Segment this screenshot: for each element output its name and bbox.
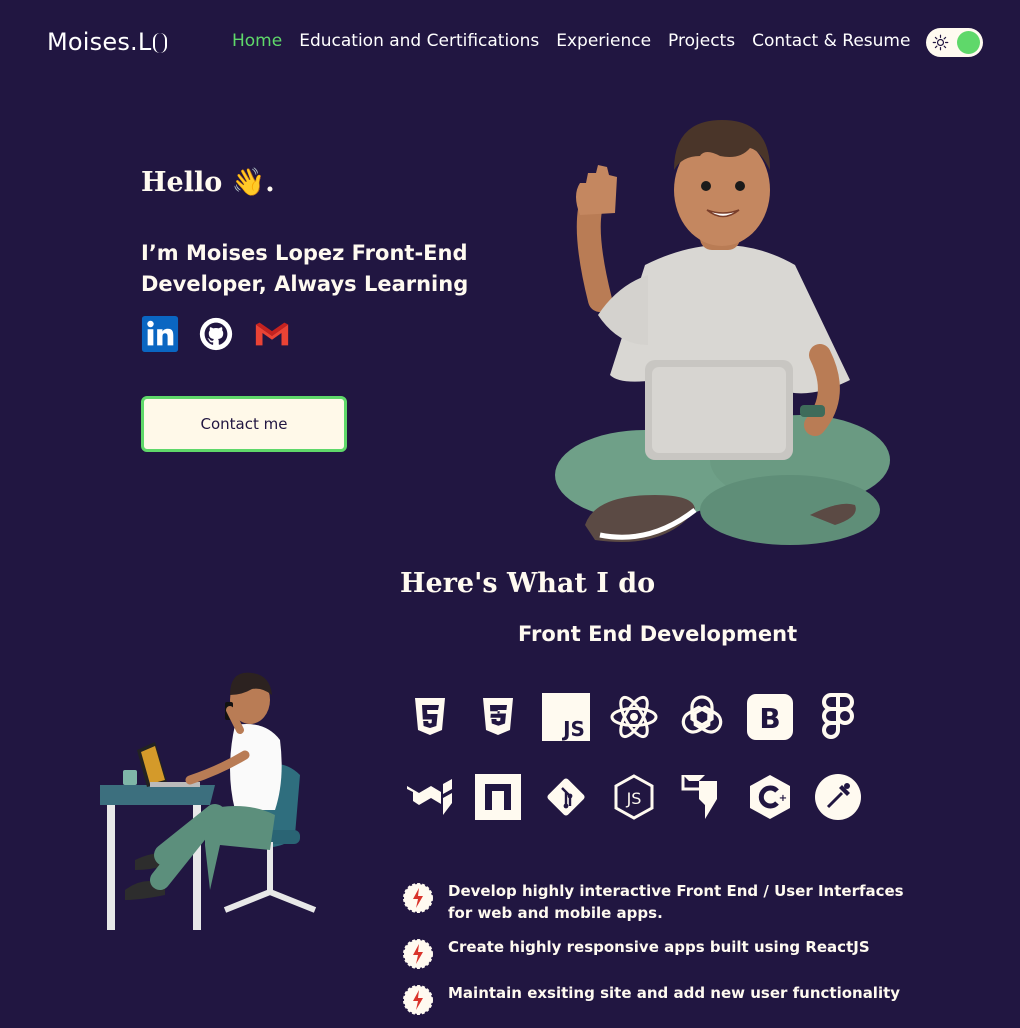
lightning-badge-icon — [403, 985, 433, 1015]
contact-me-button[interactable]: Contact me — [141, 396, 347, 452]
social-links — [141, 315, 291, 353]
services-bullet-list: Develop highly interactive Front End / U… — [402, 880, 922, 1028]
services-title: Here's What I do — [400, 568, 656, 599]
svg-text:JS: JS — [561, 717, 585, 741]
gmail-icon[interactable] — [253, 315, 291, 353]
hero-avatar-illustration — [555, 120, 890, 545]
toggle-knob — [957, 31, 980, 54]
nav-education[interactable]: Education and Certifications — [299, 31, 539, 51]
linkedin-icon[interactable] — [141, 315, 179, 353]
list-item: Maintain exsiting site and add new user … — [402, 982, 922, 1016]
logo-mark — [153, 33, 168, 53]
bullet-text: Develop highly interactive Front End / U… — [448, 882, 904, 922]
framer-icon — [677, 772, 727, 822]
postman-icon — [813, 772, 863, 822]
html5-icon — [405, 692, 455, 742]
nodejs-icon: JS — [609, 772, 659, 822]
sun-icon — [932, 34, 949, 51]
lightning-badge-icon — [403, 883, 433, 913]
nextjs-icon — [473, 772, 523, 822]
bullet-text: Maintain exsiting site and add new user … — [448, 984, 901, 1002]
hero-tagline: I’m Moises Lopez Front-End Developer, Al… — [141, 241, 469, 296]
hero-greeting: Hello 👋. — [141, 167, 275, 198]
javascript-icon: JS — [541, 692, 591, 742]
bullet-text: Create highly responsive apps built usin… — [448, 938, 870, 956]
theme-toggle[interactable] — [926, 28, 983, 57]
site-logo[interactable]: Moises.L — [47, 28, 168, 56]
github-icon[interactable] — [197, 315, 235, 353]
nav-experience[interactable]: Experience — [556, 31, 651, 51]
tech-icons-row-1: JS B — [405, 692, 863, 742]
css3-icon — [473, 692, 523, 742]
services-subtitle: Front End Development — [518, 622, 798, 646]
git-icon — [541, 772, 591, 822]
nav-projects[interactable]: Projects — [668, 31, 735, 51]
list-item: Create highly responsive apps built usin… — [402, 936, 922, 970]
nav-home[interactable]: Home — [232, 31, 282, 51]
main-nav: Home Education and Certifications Experi… — [232, 31, 910, 51]
bootstrap-icon: B — [745, 692, 795, 742]
react-icon — [609, 692, 659, 742]
logo-text: Moises.L — [47, 28, 152, 56]
tech-icons-row-2: JS + — [405, 772, 863, 822]
svg-text:JS: JS — [626, 789, 642, 808]
figma-icon — [813, 692, 863, 742]
openai-icon — [677, 692, 727, 742]
lightning-badge-icon — [403, 939, 433, 969]
svg-text:B: B — [759, 702, 780, 735]
desk-worker-illustration — [100, 672, 317, 930]
svg-text:+: + — [779, 793, 787, 804]
nav-contact-resume[interactable]: Contact & Resume — [752, 31, 910, 51]
csharp-icon: + — [745, 772, 795, 822]
mui-icon — [405, 772, 455, 822]
list-item: Develop highly interactive Front End / U… — [402, 880, 922, 924]
